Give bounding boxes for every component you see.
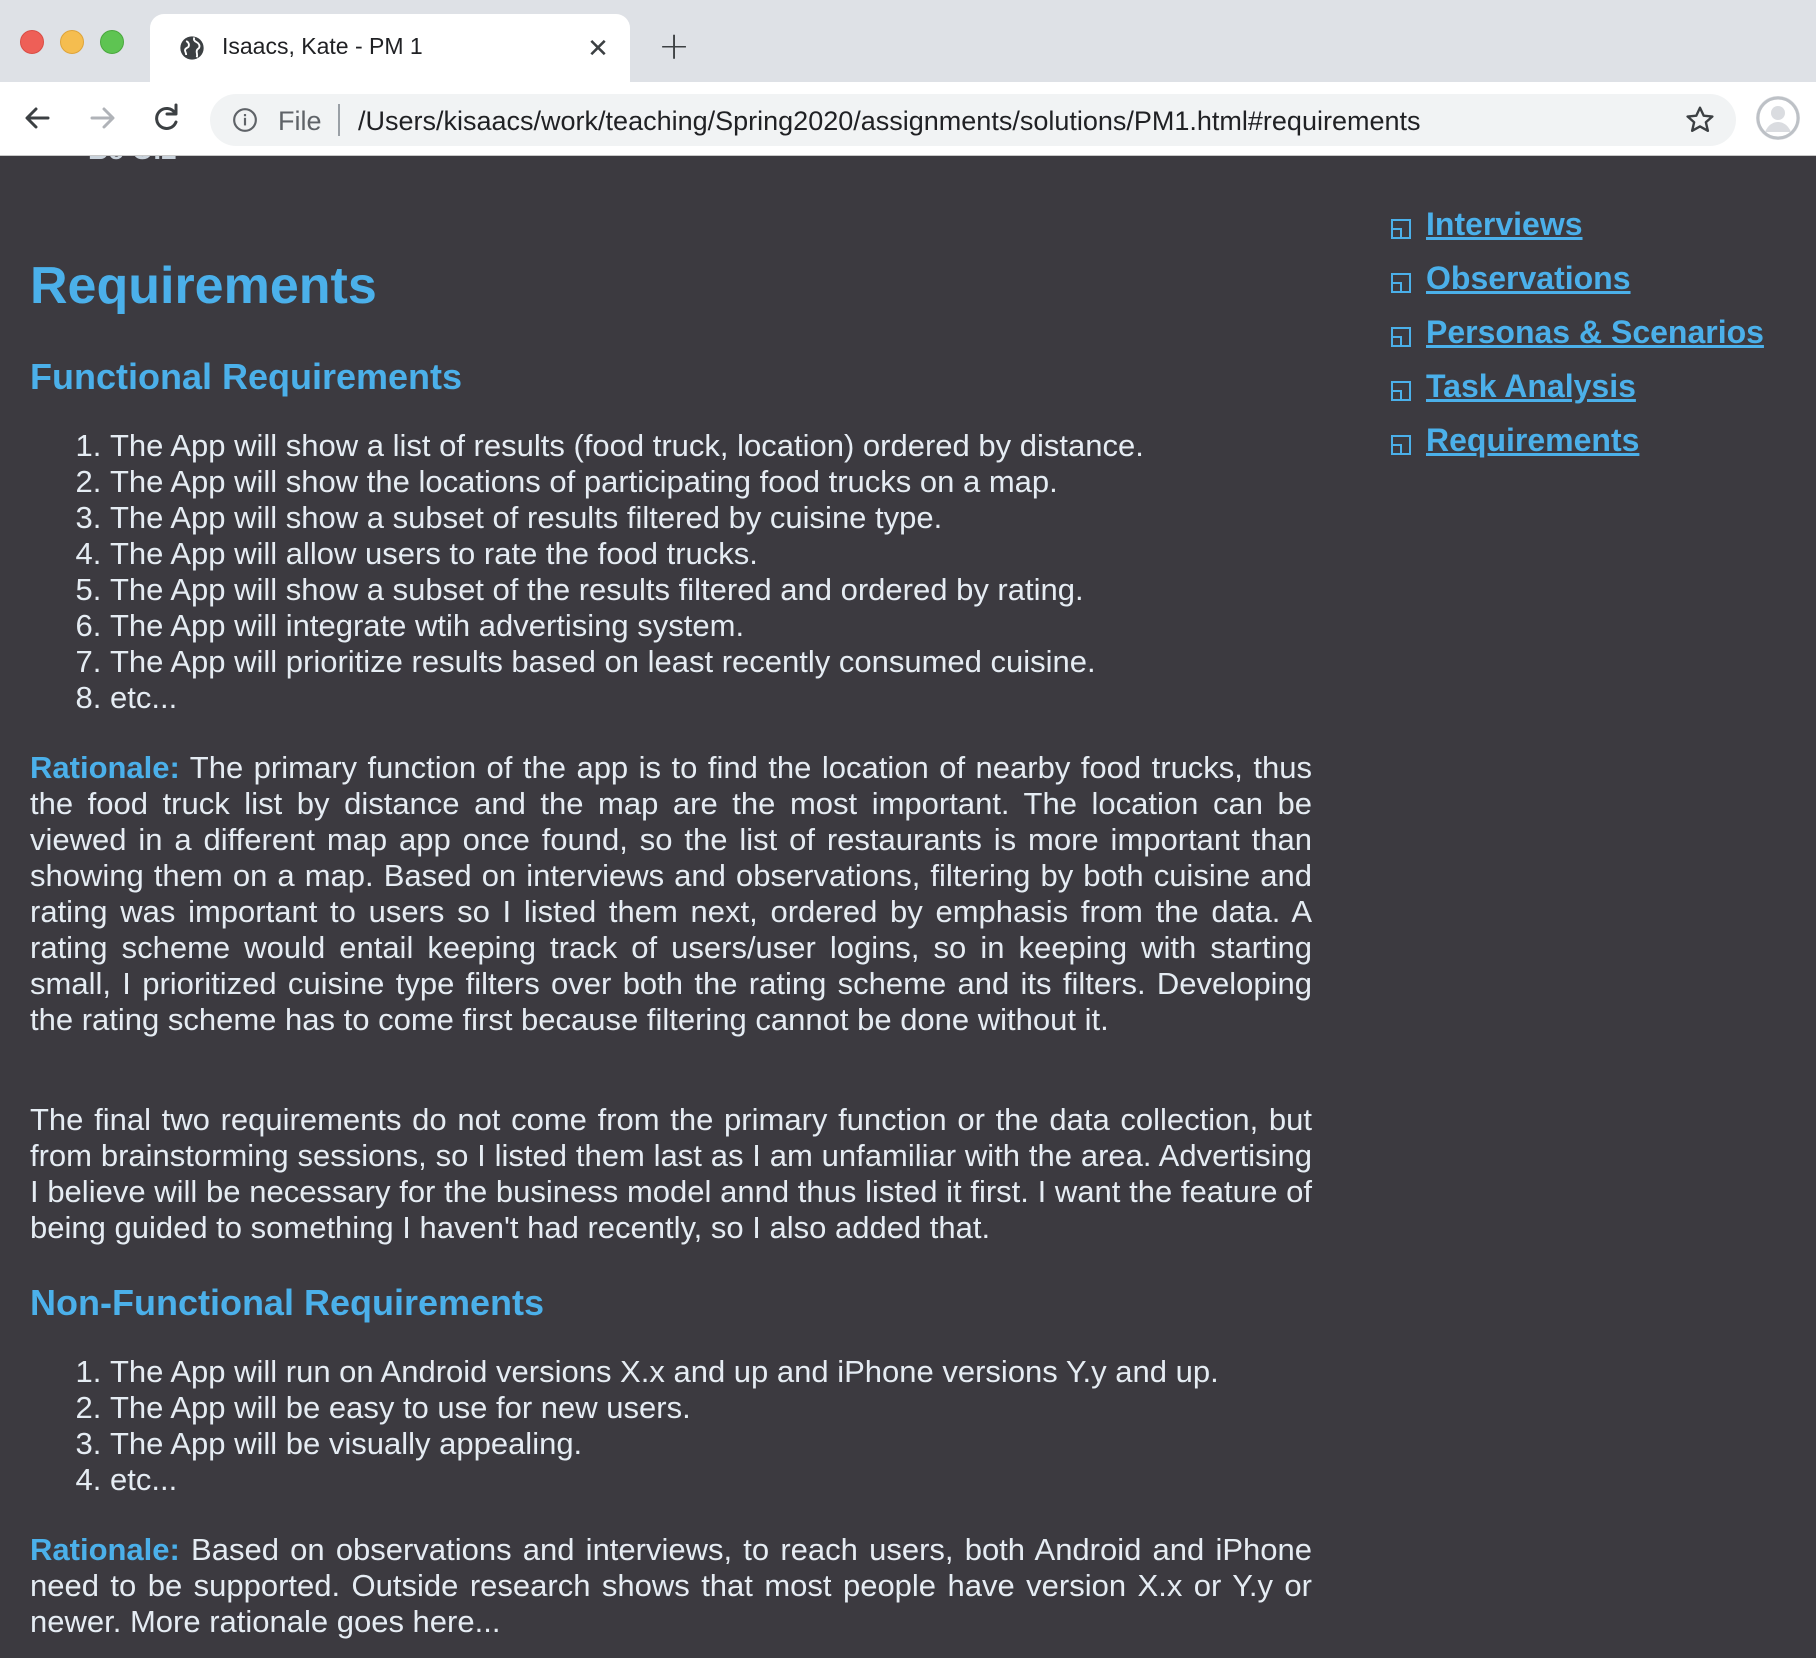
forward-arrow-icon — [90, 107, 115, 129]
page-content: Be O.2 Requirements Functional Requireme… — [0, 156, 1816, 1658]
nonfunctional-heading: Non-Functional Requirements — [30, 1282, 545, 1323]
toc-link[interactable]: Interviews — [1426, 206, 1583, 243]
bookmark-star-icon[interactable] — [1684, 104, 1716, 136]
toc-link[interactable]: Requirements — [1426, 422, 1639, 459]
list-item: The App will show the locations of parti… — [110, 464, 1144, 500]
back-arrow-icon — [25, 107, 50, 129]
list-item: etc... — [110, 680, 1144, 716]
list-item: The App will prioritize results based on… — [110, 644, 1144, 680]
reload-button[interactable] — [144, 96, 188, 140]
close-window-button[interactable] — [20, 30, 44, 54]
list-item: The App will integrate wtih advertising … — [110, 608, 1144, 644]
section-square-icon — [1391, 381, 1411, 401]
new-tab-button[interactable]: + — [652, 26, 696, 70]
cut-off-text: Be O.2 — [88, 156, 177, 166]
section-square-icon — [1391, 327, 1411, 347]
nonfunctional-rationale: Rationale: Based on observations and int… — [30, 1532, 1312, 1640]
nonfunctional-list: The App will run on Android versions X.x… — [30, 1354, 1219, 1498]
toc-item-requirements[interactable]: Requirements — [1386, 416, 1806, 470]
section-square-icon — [1391, 273, 1411, 293]
list-item: The App will run on Android versions X.x… — [110, 1354, 1219, 1390]
toc-item-observations[interactable]: Observations — [1386, 254, 1806, 308]
functional-heading: Functional Requirements — [30, 356, 463, 397]
functional-list: The App will show a list of results (foo… — [30, 428, 1144, 716]
toolbar: File /Users/kisaacs/work/teaching/Spring… — [0, 82, 1816, 156]
table-of-contents: Interviews Observations Personas & Scena… — [1386, 200, 1806, 470]
rationale-label: Rationale: — [30, 1532, 180, 1567]
tab-strip: Isaacs, Kate - PM 1 ✕ + — [0, 0, 1816, 82]
person-icon — [1756, 96, 1800, 140]
url-text[interactable]: /Users/kisaacs/work/teaching/Spring2020/… — [358, 106, 1421, 137]
toc-item-interviews[interactable]: Interviews — [1386, 200, 1806, 254]
toc-link[interactable]: Task Analysis — [1426, 368, 1636, 405]
back-button[interactable] — [16, 96, 60, 140]
address-bar[interactable]: File /Users/kisaacs/work/teaching/Spring… — [210, 94, 1736, 146]
list-item: The App will show a subset of results fi… — [110, 500, 1144, 536]
toc-item-task-analysis[interactable]: Task Analysis — [1386, 362, 1806, 416]
rationale-text: The primary function of the app is to fi… — [30, 750, 1312, 1037]
list-item: The App will show a subset of the result… — [110, 572, 1144, 608]
toc-link[interactable]: Observations — [1426, 260, 1631, 297]
minimize-window-button[interactable] — [60, 30, 84, 54]
list-item: The App will allow users to rate the foo… — [110, 536, 1144, 572]
info-icon[interactable] — [232, 107, 258, 133]
list-item: The App will be easy to use for new user… — [110, 1390, 1219, 1426]
tab-title: Isaacs, Kate - PM 1 — [222, 33, 423, 59]
rationale-label: Rationale: — [30, 750, 180, 785]
tab-close-icon[interactable]: ✕ — [582, 32, 614, 64]
page-title: Requirements — [30, 257, 377, 315]
maximize-window-button[interactable] — [100, 30, 124, 54]
toc-link[interactable]: Personas & Scenarios — [1426, 314, 1764, 351]
browser-tab[interactable]: Isaacs, Kate - PM 1 ✕ — [150, 14, 630, 82]
section-square-icon — [1391, 219, 1411, 239]
section-square-icon — [1391, 435, 1411, 455]
browser-chrome: Isaacs, Kate - PM 1 ✕ + File /Users/kisa… — [0, 0, 1816, 156]
profile-avatar[interactable] — [1756, 96, 1800, 140]
globe-icon — [180, 36, 204, 60]
rationale-text: Based on observations and interviews, to… — [30, 1532, 1312, 1639]
functional-paragraph-2: The final two requirements do not come f… — [30, 1102, 1312, 1245]
list-item: The App will show a list of results (foo… — [110, 428, 1144, 464]
list-item: The App will be visually appealing. — [110, 1426, 1219, 1462]
list-item: etc... — [110, 1462, 1219, 1498]
reload-icon — [155, 103, 178, 130]
functional-rationale: Rationale: The primary function of the a… — [30, 750, 1312, 1038]
forward-button[interactable] — [80, 96, 124, 140]
file-scheme-label: File — [278, 106, 322, 136]
toc-item-personas[interactable]: Personas & Scenarios — [1386, 308, 1806, 362]
address-separator — [338, 104, 340, 136]
